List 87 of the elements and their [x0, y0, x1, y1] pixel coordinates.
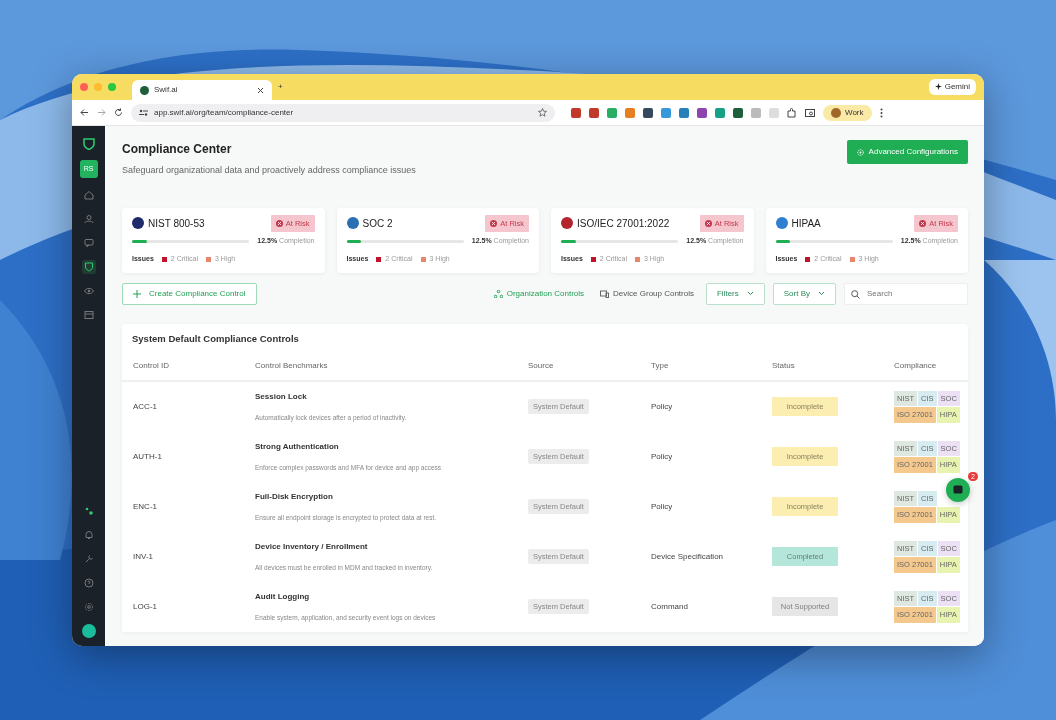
sidebar-item[interactable] — [81, 576, 96, 590]
new-tab-button[interactable]: + — [278, 81, 283, 93]
bell-icon — [83, 530, 94, 540]
chevron-down-icon — [818, 291, 825, 297]
plus-icon — [133, 289, 141, 298]
site-icon — [140, 85, 149, 95]
table-cell-text: ACC-1 — [133, 400, 158, 413]
column-header: Control Benchmarks — [255, 359, 329, 372]
address-bar[interactable]: app.swif.ai/org/team/compliance-center — [131, 103, 555, 122]
benchmark-name: Session Lock — [255, 390, 308, 403]
view-tab[interactable]: Device Group Controls — [596, 287, 698, 300]
close-circle-icon — [919, 219, 927, 227]
sidebar-item[interactable] — [81, 308, 96, 322]
create-button[interactable]: Create Compliance Control — [122, 282, 257, 305]
close-icon[interactable] — [257, 86, 264, 94]
framework-name: ISO/IEC 27001:2022 — [577, 216, 671, 231]
framework-name: SOC 2 — [362, 216, 394, 231]
page-title: Compliance Center — [122, 141, 233, 158]
puzzle-icon[interactable] — [787, 107, 797, 118]
table-cell-text: Policy — [651, 400, 674, 413]
sidebar-item[interactable] — [81, 236, 96, 250]
extension-icon[interactable] — [589, 107, 599, 118]
sidebar-item[interactable] — [81, 260, 96, 274]
reload-icon[interactable] — [114, 108, 123, 117]
site-settings-icon — [139, 108, 148, 117]
column-header: Type — [651, 359, 670, 372]
back-icon[interactable] — [80, 108, 89, 117]
filters-dropdown[interactable]: Filters — [706, 282, 765, 305]
table-cell-text: AUTH-1 — [133, 450, 163, 463]
avatar-icon — [831, 107, 841, 118]
framework-name: NIST 800-53 — [148, 216, 206, 231]
sparkle-icon — [935, 83, 943, 91]
extension-icon[interactable] — [697, 107, 707, 118]
table-cell-text: Command — [651, 600, 689, 613]
url-text: app.swif.ai/org/team/compliance-center — [154, 106, 295, 119]
settings-icon — [83, 602, 94, 612]
benchmark-name: Full-Disk Encryption — [255, 490, 334, 503]
table-cell-text: Policy — [651, 450, 674, 463]
framework-name: HIPAA — [791, 216, 822, 231]
profile-button[interactable]: Work — [823, 104, 872, 121]
table-cell-text: LOG-1 — [133, 600, 158, 613]
page-subtitle: Safeguard organizational data and proactively address compliance issues — [122, 164, 416, 177]
close-circle-icon — [704, 219, 712, 227]
sparkle-icon — [83, 506, 94, 516]
close-circle-icon — [275, 219, 283, 227]
extension-icon[interactable] — [733, 107, 743, 118]
extension-icon[interactable] — [571, 107, 581, 118]
column-header: Source — [528, 359, 555, 372]
table-title: System Default Compliance Controls — [131, 331, 300, 346]
forward-icon[interactable] — [97, 108, 106, 117]
column-header: Status — [772, 359, 796, 372]
home-icon — [83, 190, 94, 200]
tab-search-icon[interactable] — [805, 107, 815, 118]
search-icon — [851, 289, 860, 299]
extension-icon[interactable] — [643, 107, 653, 118]
devices-icon — [600, 289, 610, 298]
table-cell-text: Device Specification — [651, 550, 725, 563]
column-header: Compliance — [894, 359, 938, 372]
gear-icon — [856, 148, 864, 156]
browser-tab[interactable]: Swif.ai — [132, 80, 272, 100]
close-circle-icon — [490, 219, 498, 227]
more-icon[interactable] — [879, 107, 883, 118]
search-field[interactable]: Search — [844, 282, 968, 305]
benchmark-name: Audit Logging — [255, 590, 311, 603]
sort-dropdown[interactable]: Sort By — [772, 282, 836, 305]
table-cell-text: ENC-1 — [133, 500, 158, 513]
table-cell-text: Policy — [651, 500, 674, 513]
hierarchy-icon — [493, 289, 503, 298]
user-avatar[interactable] — [81, 624, 96, 638]
benchmark-name: Strong Authentication — [255, 440, 340, 453]
star-icon[interactable] — [538, 108, 547, 117]
table-cell-text: INV-1 — [133, 550, 154, 563]
box-icon — [83, 310, 94, 320]
shield-icon — [83, 262, 94, 272]
tab-title: Swif.ai — [154, 84, 179, 96]
assistant-button[interactable]: Gemini — [929, 79, 976, 95]
chevron-down-icon — [746, 291, 754, 297]
users-icon — [83, 214, 94, 224]
message-icon — [953, 485, 963, 495]
wrench-icon — [83, 554, 94, 564]
chat-icon — [83, 238, 94, 248]
help-icon — [83, 578, 94, 588]
column-header: Control ID — [133, 359, 170, 372]
eye-icon — [83, 286, 94, 296]
logo-icon — [82, 138, 95, 150]
benchmark-name: Device Inventory / Enrollment — [255, 540, 369, 553]
extension-icon[interactable] — [679, 107, 689, 118]
